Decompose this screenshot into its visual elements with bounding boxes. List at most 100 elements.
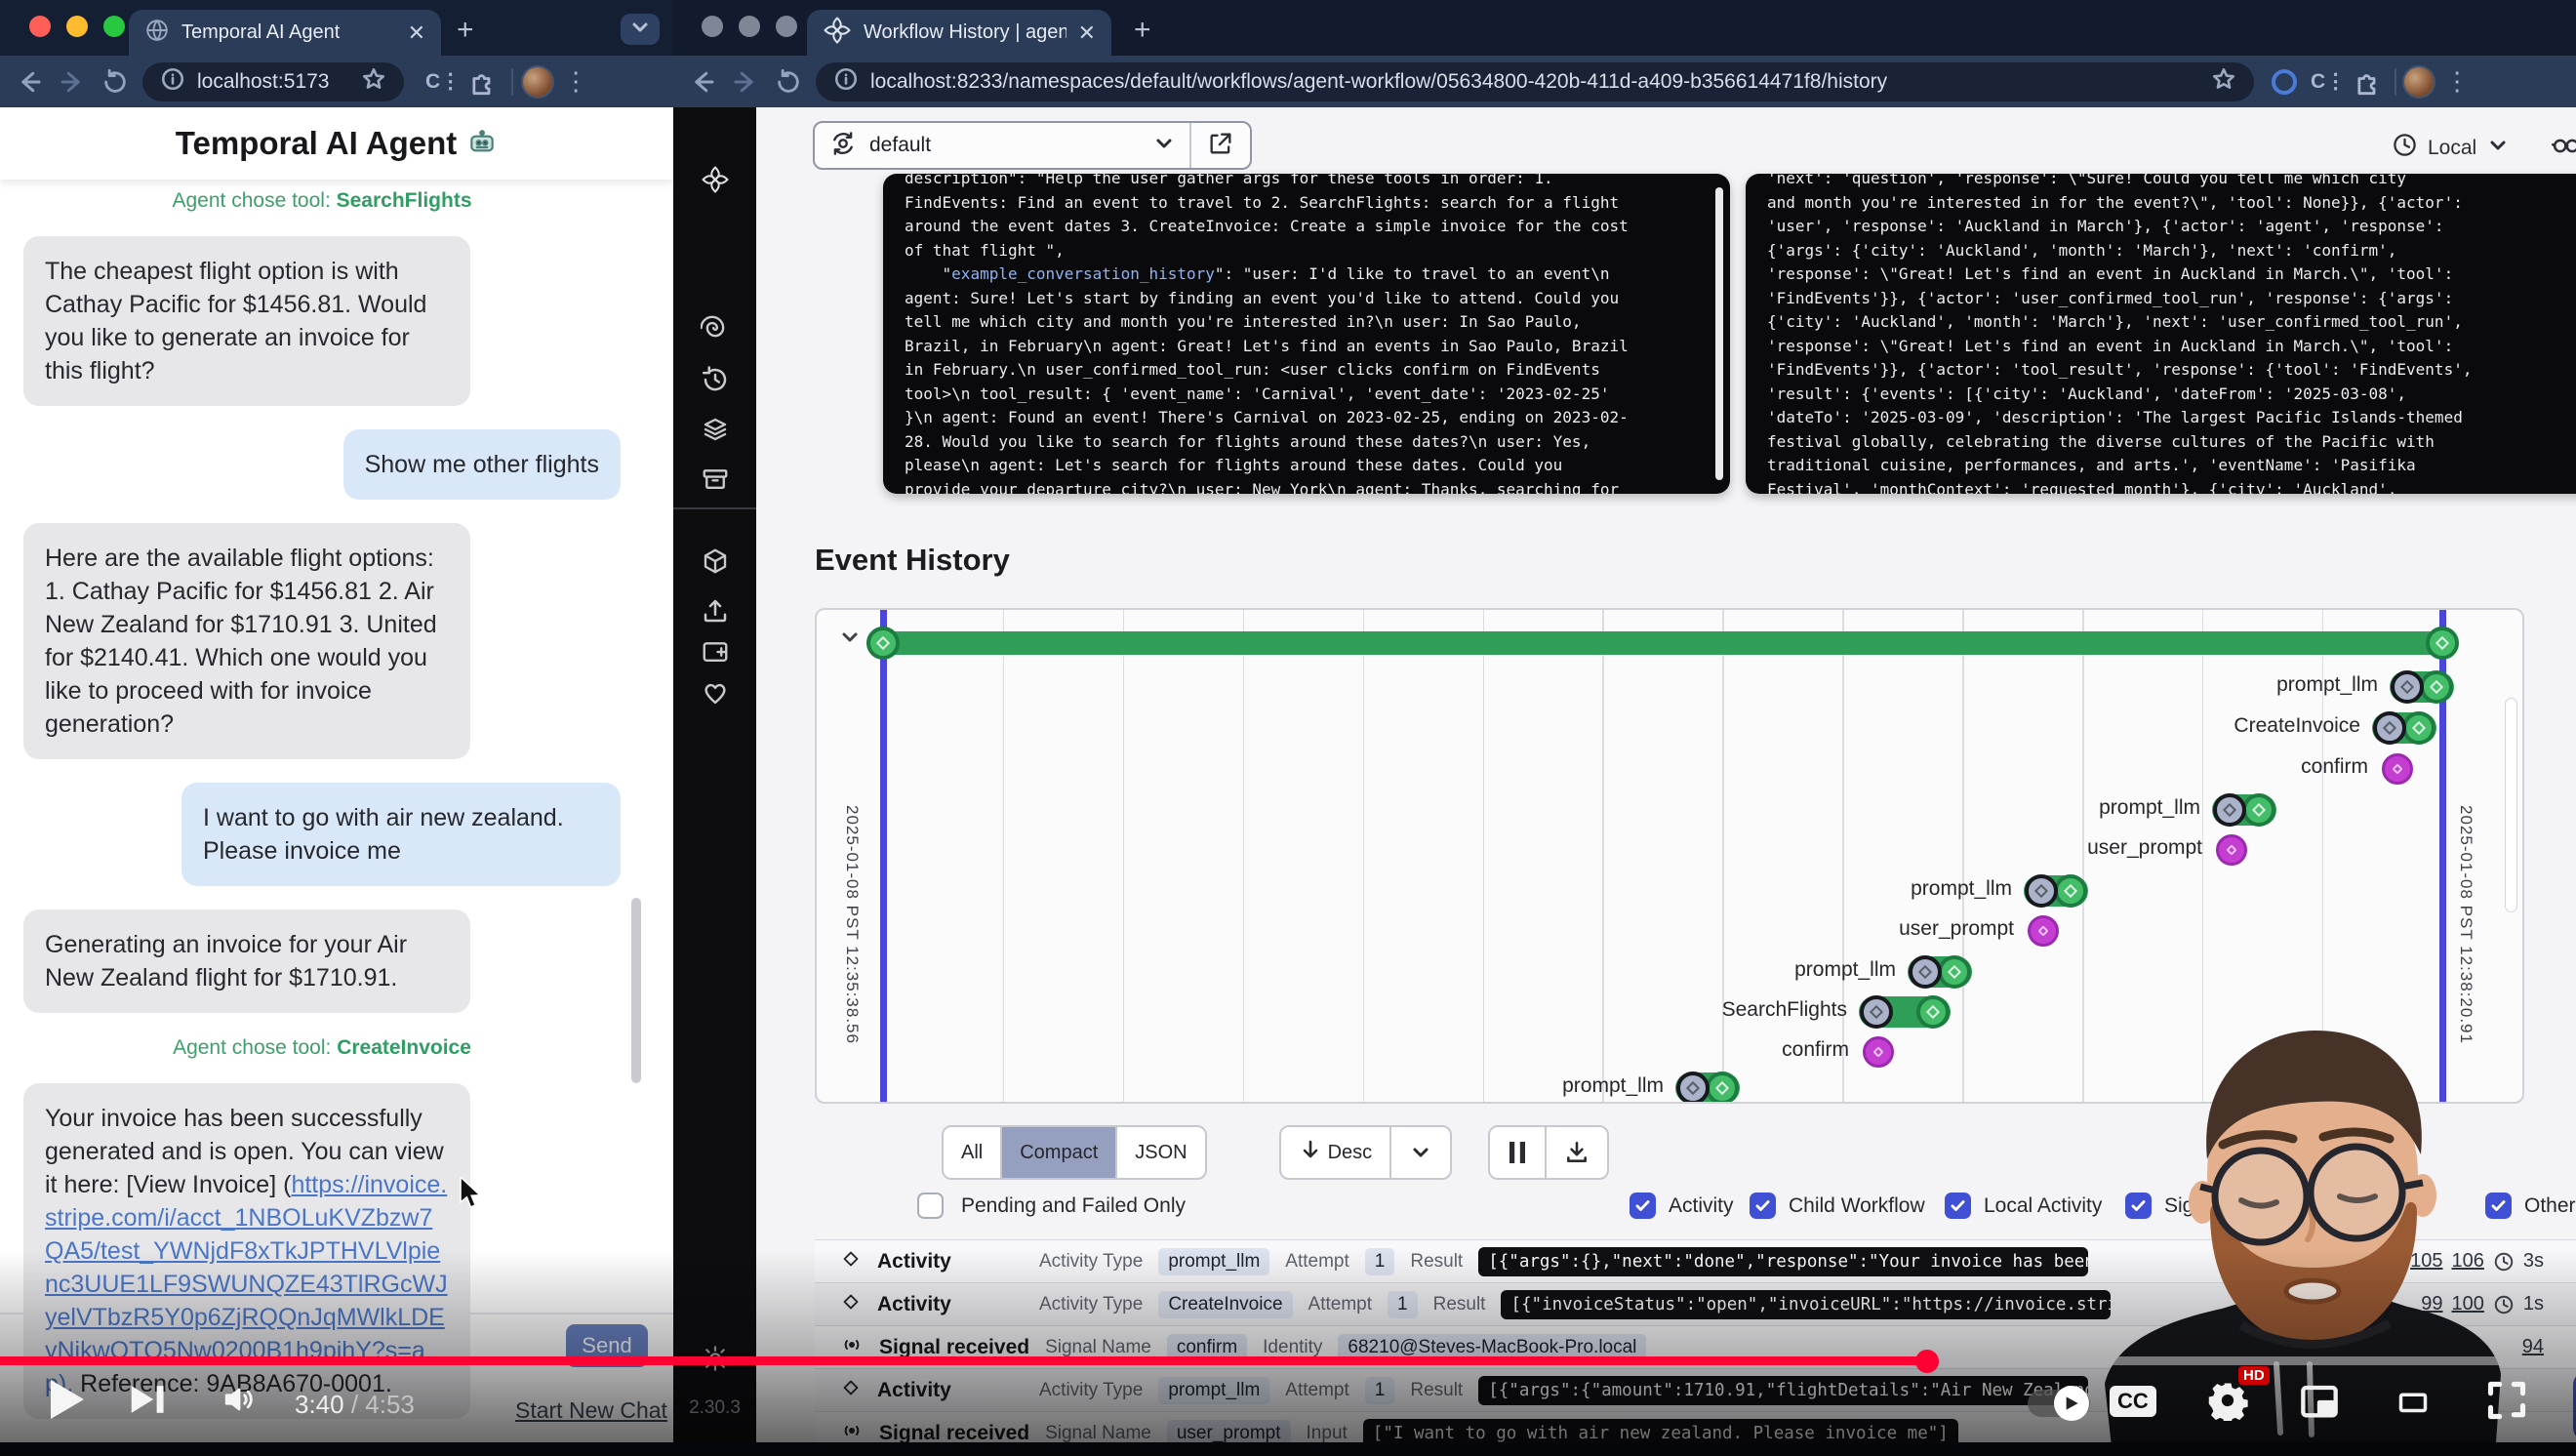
task-queues-icon[interactable]: [701, 415, 730, 449]
download-history-button[interactable]: [1545, 1127, 1607, 1178]
activity-completed-node[interactable]: [2054, 874, 2087, 908]
activity-scheduled-node[interactable]: [2373, 711, 2406, 745]
activity-scheduled-node[interactable]: [1909, 955, 1942, 989]
diamond-expand-icon[interactable]: [840, 1291, 862, 1317]
site-info-icon[interactable]: [160, 66, 185, 98]
theater-mode-button[interactable]: [2387, 1388, 2439, 1419]
timeline-scrollbar[interactable]: [2505, 698, 2517, 912]
signal-node[interactable]: [2382, 753, 2413, 785]
maximize-window-button[interactable]: [776, 16, 797, 37]
back-button[interactable]: [8, 61, 51, 103]
video-progress-played[interactable]: [0, 1356, 1927, 1365]
code-scrollbar[interactable]: [1715, 187, 1723, 480]
collapse-chevron-icon[interactable]: [838, 626, 862, 654]
forward-button[interactable]: [51, 61, 94, 103]
archive-icon[interactable]: [701, 465, 730, 499]
extensions-puzzle-icon[interactable]: [2346, 61, 2389, 103]
workflow-execution-bar[interactable]: [883, 631, 2442, 655]
site-info-icon[interactable]: [833, 66, 859, 98]
captions-button[interactable]: CC: [2110, 1386, 2156, 1417]
activity-scheduled-node[interactable]: [2025, 874, 2058, 908]
reload-button[interactable]: [94, 61, 137, 103]
bookmark-star-icon[interactable]: [361, 66, 386, 98]
checkbox-icon[interactable]: [1945, 1193, 1971, 1219]
activity-completed-node[interactable]: [1916, 995, 1950, 1029]
timezone-selector[interactable]: Local: [2392, 132, 2510, 164]
export-icon[interactable]: [701, 596, 730, 630]
miniplayer-button[interactable]: [2295, 1382, 2344, 1423]
view-tab-compact[interactable]: Compact: [1000, 1127, 1115, 1178]
tab-search-chevron[interactable]: [621, 14, 660, 45]
event-id-link[interactable]: 94: [2522, 1336, 2544, 1358]
diamond-expand-icon[interactable]: [840, 1377, 862, 1403]
sort-desc-button[interactable]: Desc: [1281, 1127, 1389, 1178]
activity-scheduled-node[interactable]: [2391, 670, 2424, 704]
close-window-button[interactable]: [29, 16, 51, 37]
type-filter-activity[interactable]: Activity: [1630, 1193, 1734, 1219]
signal-node[interactable]: [2216, 834, 2247, 866]
event-result-code[interactable]: [{"args":{},"next":"done","response":"Yo…: [1478, 1247, 2088, 1276]
glasses-icon[interactable]: [2550, 129, 2576, 163]
video-progress-remaining[interactable]: [1927, 1356, 2576, 1365]
new-tab-button[interactable]: +: [1134, 16, 1151, 45]
labs-icon[interactable]: [701, 546, 730, 581]
address-bar[interactable]: localhost:5173: [142, 62, 404, 101]
tab-workflow-history[interactable]: Workflow History | agent-wor ✕: [807, 10, 1111, 56]
forward-button[interactable]: [724, 61, 767, 103]
checkbox-icon[interactable]: [1630, 1193, 1656, 1219]
tab-close-icon[interactable]: ✕: [408, 20, 425, 46]
workflow-input-code-panel[interactable]: description": "Help the user gather args…: [883, 174, 1730, 494]
activity-completed-node[interactable]: [2242, 793, 2275, 827]
extension-c-icon[interactable]: C⋮: [2311, 69, 2346, 94]
window-controls-inactive[interactable]: [702, 16, 797, 37]
close-window-button[interactable]: [702, 16, 723, 37]
diamond-expand-icon[interactable]: [840, 1248, 862, 1274]
video-scrubber[interactable]: [1915, 1350, 1939, 1373]
pause-autoscroll-button[interactable]: [1490, 1127, 1545, 1178]
view-tab-json[interactable]: JSON: [1115, 1127, 1204, 1178]
bookmark-star-icon[interactable]: [2211, 66, 2236, 98]
minimize-window-button[interactable]: [739, 16, 760, 37]
workflows-icon[interactable]: [701, 313, 730, 347]
profile-avatar[interactable]: [2402, 65, 2435, 99]
tab-close-icon[interactable]: ✕: [1078, 20, 1096, 46]
sort-chevron-button[interactable]: [1389, 1127, 1450, 1178]
extensions-puzzle-icon[interactable]: [461, 61, 503, 103]
signal-node[interactable]: [2028, 915, 2059, 947]
browser-menu-icon[interactable]: ⋮: [2435, 61, 2478, 103]
minimize-window-button[interactable]: [66, 16, 88, 37]
browser-menu-icon[interactable]: ⋮: [554, 61, 597, 103]
type-filter-child-workflow[interactable]: Child Workflow: [1750, 1193, 1925, 1219]
back-button[interactable]: [681, 61, 724, 103]
workflow-endpoint-node[interactable]: [2426, 627, 2459, 660]
new-tab-button[interactable]: +: [457, 16, 474, 45]
profile-avatar[interactable]: [521, 65, 554, 99]
feedback-icon[interactable]: [701, 637, 730, 671]
reload-button[interactable]: [767, 61, 810, 103]
activity-scheduled-node[interactable]: [1860, 995, 1893, 1029]
workflow-result-code-panel[interactable]: 'next': 'question', 'response': \"Sure! …: [1746, 174, 2576, 494]
activity-scheduled-node[interactable]: [1676, 1072, 1710, 1104]
external-link-icon[interactable]: [1207, 130, 1234, 162]
activity-completed-node[interactable]: [1938, 955, 1971, 989]
chat-scrollbar[interactable]: [631, 898, 641, 1083]
event-result-code[interactable]: [{"invoiceStatus":"open","invoiceURL":"h…: [1501, 1290, 2111, 1319]
pending-checkbox[interactable]: [917, 1193, 944, 1219]
volume-icon[interactable]: [215, 1380, 263, 1419]
address-bar[interactable]: localhost:8233/namespaces/default/workfl…: [816, 62, 2254, 101]
chevron-down-icon[interactable]: [1152, 132, 1176, 160]
activity-completed-node[interactable]: [2402, 711, 2435, 745]
namespace-selector[interactable]: default: [813, 121, 1252, 170]
extension-c-icon[interactable]: C⋮: [425, 69, 461, 94]
password-manager-icon[interactable]: [2272, 69, 2297, 95]
workflow-endpoint-node[interactable]: [866, 627, 900, 660]
autoplay-toggle[interactable]: [2028, 1390, 2090, 1417]
schedules-icon[interactable]: [701, 365, 730, 399]
view-tab-all[interactable]: All: [944, 1127, 1000, 1178]
next-video-button[interactable]: [127, 1382, 170, 1417]
activity-completed-node[interactable]: [1706, 1072, 1739, 1104]
checkbox-icon[interactable]: [1750, 1193, 1776, 1219]
maximize-window-button[interactable]: [103, 16, 125, 37]
play-button[interactable]: [43, 1374, 90, 1425]
pending-filter[interactable]: Pending and Failed Only: [917, 1193, 1186, 1219]
